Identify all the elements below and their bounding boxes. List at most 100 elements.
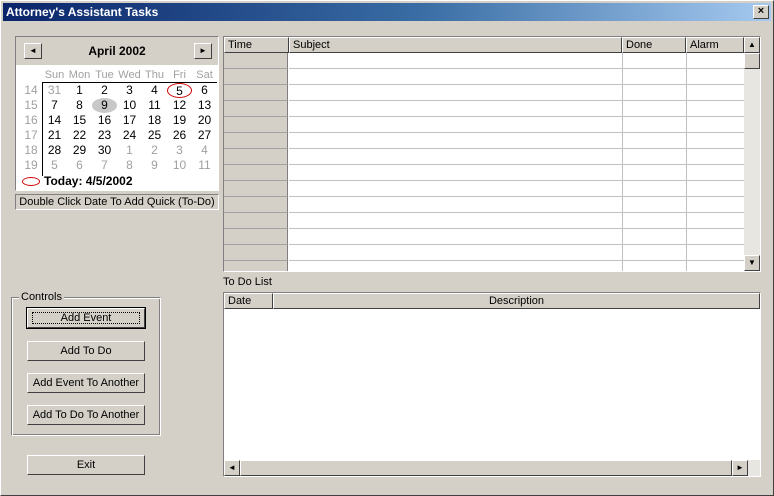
calendar-day[interactable]: 7 [92, 158, 117, 173]
calendar-day[interactable]: 5 [167, 83, 192, 98]
row-header[interactable] [224, 229, 288, 245]
calendar-day[interactable]: 21 [42, 128, 67, 143]
next-month-button[interactable]: ► [194, 43, 212, 59]
calendar-day[interactable]: 2 [92, 83, 117, 98]
column-header-alarm[interactable]: Alarm [686, 37, 744, 53]
calendar-day[interactable]: 5 [42, 158, 67, 173]
column-header-description[interactable]: Description [273, 293, 760, 309]
calendar-day[interactable]: 6 [192, 83, 217, 98]
close-icon: × [757, 5, 765, 17]
week-number: 19 [24, 158, 38, 172]
add-event-to-another-label: Add Event To Another [32, 377, 140, 389]
calendar-day[interactable]: 25 [142, 128, 167, 143]
scroll-thumb[interactable] [744, 53, 760, 69]
calendar-day[interactable]: 4 [142, 83, 167, 98]
calendar-day[interactable]: 10 [167, 158, 192, 173]
add-event-button[interactable]: Add Event [26, 307, 146, 329]
arrow-left-icon: ◄ [29, 46, 37, 55]
row-header[interactable] [224, 53, 288, 69]
calendar-day[interactable]: 9 [142, 158, 167, 173]
calendar-day[interactable]: 28 [42, 143, 67, 158]
grid-line [686, 53, 687, 271]
month-calendar[interactable]: April 2002 ◄ ► Sun Mon Tue Wed Thu Fri S… [15, 36, 219, 191]
calendar-day[interactable]: 20 [192, 113, 217, 128]
calendar-week-row: 16 14 15 16 17 18 19 20 [20, 113, 217, 128]
scroll-right-button[interactable]: ► [732, 460, 748, 476]
add-todo-to-another-button[interactable]: Add To Do To Another [27, 405, 145, 425]
calendar-day[interactable]: 15 [67, 113, 92, 128]
calendar-day[interactable]: 8 [67, 98, 92, 113]
row-header[interactable] [224, 69, 288, 85]
arrow-right-icon: ► [736, 463, 744, 472]
calendar-day[interactable]: 4 [192, 143, 217, 158]
grid-line [289, 244, 744, 245]
todo-grid[interactable]: Date Description ◄ ► [223, 292, 761, 477]
calendar-day[interactable]: 29 [67, 143, 92, 158]
scroll-left-button[interactable]: ◄ [224, 460, 240, 476]
scroll-up-button[interactable]: ▲ [744, 37, 760, 53]
calendar-day[interactable]: 19 [167, 113, 192, 128]
calendar-day[interactable]: 18 [142, 113, 167, 128]
calendar-day[interactable]: 1 [67, 83, 92, 98]
events-vertical-scrollbar[interactable]: ▲ ▼ [744, 37, 760, 271]
title-bar[interactable]: Attorney's Assistant Tasks [3, 3, 771, 21]
todo-horizontal-scrollbar[interactable]: ◄ ► [224, 460, 760, 476]
calendar-day[interactable]: 11 [192, 158, 217, 173]
row-header[interactable] [224, 165, 288, 181]
calendar-day[interactable]: 9 [92, 98, 117, 113]
calendar-day[interactable]: 2 [142, 143, 167, 158]
prev-month-button[interactable]: ◄ [24, 43, 42, 59]
day-of-week-label: Mon [68, 69, 91, 81]
column-header-done[interactable]: Done [622, 37, 686, 53]
calendar-day[interactable]: 24 [117, 128, 142, 143]
calendar-day[interactable]: 8 [117, 158, 142, 173]
calendar-day[interactable]: 23 [92, 128, 117, 143]
row-header[interactable] [224, 133, 288, 149]
calendar-grid: Sun Mon Tue Wed Thu Fri Sat 14 31 1 2 3 4 5 6 15… [20, 68, 217, 173]
row-header[interactable] [224, 149, 288, 165]
calendar-day[interactable]: 7 [42, 98, 67, 113]
calendar-day[interactable]: 17 [117, 113, 142, 128]
calendar-day[interactable]: 22 [67, 128, 92, 143]
grid-line [289, 180, 744, 181]
grid-line [289, 116, 744, 117]
row-header[interactable] [224, 245, 288, 261]
calendar-day[interactable]: 26 [167, 128, 192, 143]
today-link[interactable]: Today: 4/5/2002 [22, 174, 133, 188]
calendar-day[interactable]: 3 [117, 83, 142, 98]
column-header-time[interactable]: Time [224, 37, 289, 53]
calendar-day[interactable]: 11 [142, 98, 167, 113]
calendar-day[interactable]: 16 [92, 113, 117, 128]
calendar-day[interactable]: 31 [42, 83, 67, 98]
calendar-day[interactable]: 6 [67, 158, 92, 173]
calendar-day[interactable]: 10 [117, 98, 142, 113]
row-header[interactable] [224, 181, 288, 197]
row-header[interactable] [224, 117, 288, 133]
row-header[interactable] [224, 85, 288, 101]
row-header[interactable] [224, 261, 288, 271]
column-header-date[interactable]: Date [224, 293, 273, 309]
row-header[interactable] [224, 197, 288, 213]
calendar-day[interactable]: 14 [42, 113, 67, 128]
exit-label: Exit [76, 459, 96, 471]
calendar-day[interactable]: 30 [92, 143, 117, 158]
column-header-subject[interactable]: Subject [289, 37, 622, 53]
row-header[interactable] [224, 213, 288, 229]
calendar-day[interactable]: 13 [192, 98, 217, 113]
events-grid[interactable]: Time Subject Done Alarm ▲ ▼ [223, 36, 761, 272]
add-todo-button[interactable]: Add To Do [27, 341, 145, 361]
calendar-week-row: 17 21 22 23 24 25 26 27 [20, 128, 217, 143]
calendar-day[interactable]: 27 [192, 128, 217, 143]
exit-button[interactable]: Exit [27, 455, 145, 475]
calendar-day[interactable]: 12 [167, 98, 192, 113]
scroll-thumb[interactable] [240, 460, 732, 476]
focus-rectangle [32, 312, 140, 324]
calendar-day[interactable]: 3 [167, 143, 192, 158]
calendar-day[interactable]: 1 [117, 143, 142, 158]
calendar-weeks: 14 31 1 2 3 4 5 6 15 7 8 9 10 11 12 13 16 14 15 16 17 18 19 20 1… [20, 83, 217, 173]
scroll-down-button[interactable]: ▼ [744, 255, 760, 271]
close-button[interactable]: × [753, 5, 769, 19]
day-of-week-label: Sat [196, 69, 213, 81]
row-header[interactable] [224, 101, 288, 117]
add-event-to-another-button[interactable]: Add Event To Another [27, 373, 145, 393]
